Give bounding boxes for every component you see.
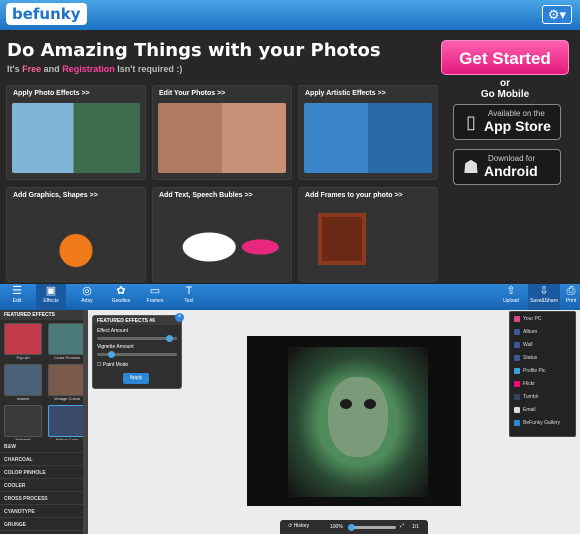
- sunflowers-image: [304, 103, 432, 173]
- share-item-your-pc[interactable]: Your PC: [510, 312, 575, 325]
- effect-thumb[interactable]: Motion Color: [48, 405, 86, 443]
- card-photo-effects[interactable]: Apply Photo Effects >>: [6, 85, 146, 180]
- fit-icon[interactable]: ⤢: [400, 523, 404, 529]
- zoom-slider[interactable]: [348, 524, 396, 531]
- panel-title: FEATURED EFFECTS #6: [93, 316, 181, 325]
- card-graphics-shapes[interactable]: Add Graphics, Shapes >>: [6, 187, 146, 282]
- card-frames[interactable]: Add Frames to your photo >>: [298, 187, 438, 282]
- tumblr-icon: [514, 393, 520, 400]
- card-artistic-effects[interactable]: Apply Artistic Effects >>: [298, 85, 438, 180]
- print-button[interactable]: ⎙ Print: [562, 284, 580, 310]
- graphics-image: [12, 205, 140, 275]
- facebook-icon: [514, 328, 520, 335]
- befunky-logo[interactable]: befunky: [6, 3, 87, 25]
- effect-thumb[interactable]: Cross Process: [48, 323, 86, 361]
- upload-icon: ⇧: [506, 285, 516, 297]
- close-icon[interactable]: ×: [175, 313, 184, 322]
- history-button[interactable]: ↺ History: [288, 523, 309, 529]
- app-store-button[interactable]: ▯ Available on the App Store: [453, 104, 561, 140]
- email-icon: [514, 406, 520, 413]
- tool-frames[interactable]: ▭ Frames: [140, 284, 170, 310]
- facebook-icon: [514, 341, 520, 348]
- top-bar: befunky ⚙▾: [0, 0, 580, 30]
- share-item-profile-pic[interactable]: Profile Pic: [510, 364, 575, 377]
- category-item[interactable]: CROSS PROCESS: [0, 492, 88, 505]
- text-icon: T: [185, 285, 193, 297]
- effect-thumb[interactable]: Vintage Colors: [48, 364, 86, 402]
- effect-settings-panel: FEATURED EFFECTS #6 × Effect Amount Vign…: [92, 313, 184, 389]
- flickr-icon: [514, 380, 520, 387]
- frames-image: [304, 205, 432, 275]
- editor-toolbar: ☰ Edit ▣ Effects ◎ Artsy ✿ Goodies ▭ Frames T…: [0, 284, 580, 310]
- or-go-mobile: or Go Mobile: [480, 78, 530, 100]
- vignette-amount-slider[interactable]: [97, 351, 177, 358]
- apply-button[interactable]: Apply: [123, 373, 149, 384]
- category-item[interactable]: B&W: [0, 440, 88, 453]
- effect-amount-knob[interactable]: [166, 335, 174, 342]
- edited-photo[interactable]: [247, 336, 461, 506]
- effects-icon: ▣: [45, 285, 57, 297]
- seagull-image: [12, 103, 140, 173]
- zoom-level: 100%: [330, 524, 343, 530]
- tool-goodies[interactable]: ✿ Goodies: [106, 284, 136, 310]
- card-edit-photos[interactable]: Edit Your Photos >>: [152, 85, 292, 180]
- tool-edit[interactable]: ☰ Edit: [2, 284, 32, 310]
- share-item-email[interactable]: Email: [510, 403, 575, 416]
- vignette-amount-knob[interactable]: [107, 351, 115, 358]
- effect-thumbnails: Pop Art Cross Process Instant Vintage Co…: [0, 320, 88, 446]
- bottom-toolbar: ↺ History 100% ⤢ 1/1: [280, 520, 428, 534]
- facebook-icon: [514, 354, 520, 361]
- save-icon: ⇩: [539, 285, 549, 297]
- print-icon: ⎙: [566, 285, 576, 297]
- effect-thumb[interactable]: Holgaart: [4, 405, 42, 443]
- gallery-icon: [514, 419, 520, 426]
- share-item-flickr[interactable]: Flickr: [510, 377, 575, 390]
- speech-bubbles-image: [158, 205, 286, 275]
- category-item[interactable]: COLOR PINHOLE: [0, 466, 88, 479]
- goodies-icon: ✿: [116, 285, 126, 297]
- share-item-wall[interactable]: Wall: [510, 338, 575, 351]
- share-item-gallery[interactable]: BeFunky Gallery: [510, 416, 575, 429]
- apple-icon: ▯: [466, 112, 476, 132]
- paint-mode-checkbox[interactable]: ☐ Paint Mode: [97, 362, 128, 368]
- tool-artsy[interactable]: ◎ Artsy: [72, 284, 102, 310]
- history-icon: ↺: [288, 523, 293, 529]
- upload-button[interactable]: ⇧ Upload: [496, 284, 526, 310]
- twitter-icon: [514, 367, 520, 374]
- effect-categories: B&W CHARCOAL COLOR PINHOLE COOLER CROSS …: [0, 440, 88, 531]
- category-item[interactable]: GRUNGE: [0, 518, 88, 531]
- share-menu: Your PC Album Wall Status Profile Pic Fl…: [509, 311, 576, 437]
- sidebar-title: FEATURED EFFECTS: [0, 310, 88, 320]
- effects-sidebar: FEATURED EFFECTS Pop Art Cross Process I…: [0, 310, 88, 534]
- faces-image: [158, 103, 286, 173]
- frame-icon: ▭: [149, 285, 161, 297]
- category-item[interactable]: CHARCOAL: [0, 453, 88, 466]
- android-button[interactable]: ☗ Download for Android: [453, 149, 561, 185]
- effect-thumb[interactable]: Pop Art: [4, 323, 42, 361]
- settings-gear-button[interactable]: ⚙▾: [542, 5, 572, 24]
- android-icon: ☗: [462, 157, 480, 177]
- headline: Do Amazing Things with your Photos: [7, 40, 381, 61]
- subheadline: It's Free and Registration Isn't require…: [7, 64, 183, 74]
- share-item-status[interactable]: Status: [510, 351, 575, 364]
- share-item-tumblr[interactable]: Tumblr: [510, 390, 575, 403]
- tool-text[interactable]: T Text: [174, 284, 204, 310]
- save-share-button[interactable]: ⇩ Save&Share: [528, 284, 560, 310]
- category-item[interactable]: COOLER: [0, 479, 88, 492]
- tool-effects[interactable]: ▣ Effects: [36, 284, 66, 310]
- card-text-bubbles[interactable]: Add Text, Speech Bubles >>: [152, 187, 292, 282]
- effect-amount-slider[interactable]: [97, 335, 177, 342]
- palette-icon: ◎: [82, 285, 92, 297]
- gear-icon: ⚙▾: [547, 7, 567, 22]
- get-started-button[interactable]: Get Started: [441, 40, 569, 75]
- category-item[interactable]: CYANOTYPE: [0, 505, 88, 518]
- sliders-icon: ☰: [12, 285, 22, 297]
- computer-icon: [514, 315, 520, 322]
- effect-thumb[interactable]: Instant: [4, 364, 42, 402]
- share-item-album[interactable]: Album: [510, 325, 575, 338]
- page-count: 1/1: [412, 524, 419, 530]
